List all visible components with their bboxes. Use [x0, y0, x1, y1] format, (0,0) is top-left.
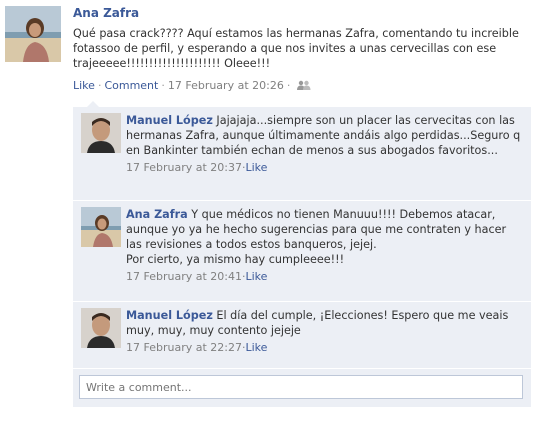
comment-timestamp[interactable]: 17 February at 22:27	[126, 341, 242, 354]
like-button[interactable]: Like	[73, 79, 95, 92]
profile-photo-icon	[81, 207, 121, 247]
comment-timestamp[interactable]: 17 February at 20:41	[126, 270, 242, 283]
comment-item: Manuel López El día del cumple, ¡Eleccio…	[73, 302, 531, 369]
comment-like-button[interactable]: Like	[245, 161, 267, 174]
profile-photo-icon	[81, 308, 121, 348]
write-comment-box	[73, 369, 531, 407]
separator: ·	[161, 79, 165, 92]
comment-item: Ana Zafra Y que médicos no tienen Manuuu…	[73, 201, 531, 302]
comment-button[interactable]: Comment	[104, 79, 158, 92]
profile-photo-icon	[81, 113, 121, 153]
comments-list: Manuel López Jajajaja...siempre son un p…	[73, 101, 531, 407]
post-timestamp[interactable]: 17 February at 20:26	[168, 79, 284, 92]
avatar[interactable]	[5, 6, 61, 62]
separator: ·	[286, 79, 291, 92]
comment-item: Manuel López Jajajaja...siempre son un p…	[73, 107, 531, 201]
post-author-link[interactable]: Ana Zafra	[73, 6, 533, 20]
friends-privacy-icon[interactable]	[297, 80, 311, 95]
comment-input[interactable]	[79, 375, 523, 399]
comment-author-link[interactable]: Manuel López	[126, 309, 213, 322]
avatar[interactable]	[81, 113, 121, 153]
post-actions: Like · Comment · 17 February at 20:26 ·	[73, 79, 533, 95]
separator: ·	[97, 79, 102, 92]
avatar[interactable]	[81, 308, 121, 348]
avatar[interactable]	[81, 207, 121, 247]
comment-like-button[interactable]: Like	[245, 341, 267, 354]
comment-author-link[interactable]: Ana Zafra	[126, 208, 188, 221]
comment-author-link[interactable]: Manuel López	[126, 114, 213, 127]
comment-timestamp[interactable]: 17 February at 20:37	[126, 161, 242, 174]
post-text: Qué pasa crack???? Aquí estamos las herm…	[73, 27, 519, 70]
comment-like-button[interactable]: Like	[245, 270, 267, 283]
profile-photo-icon	[5, 6, 61, 62]
